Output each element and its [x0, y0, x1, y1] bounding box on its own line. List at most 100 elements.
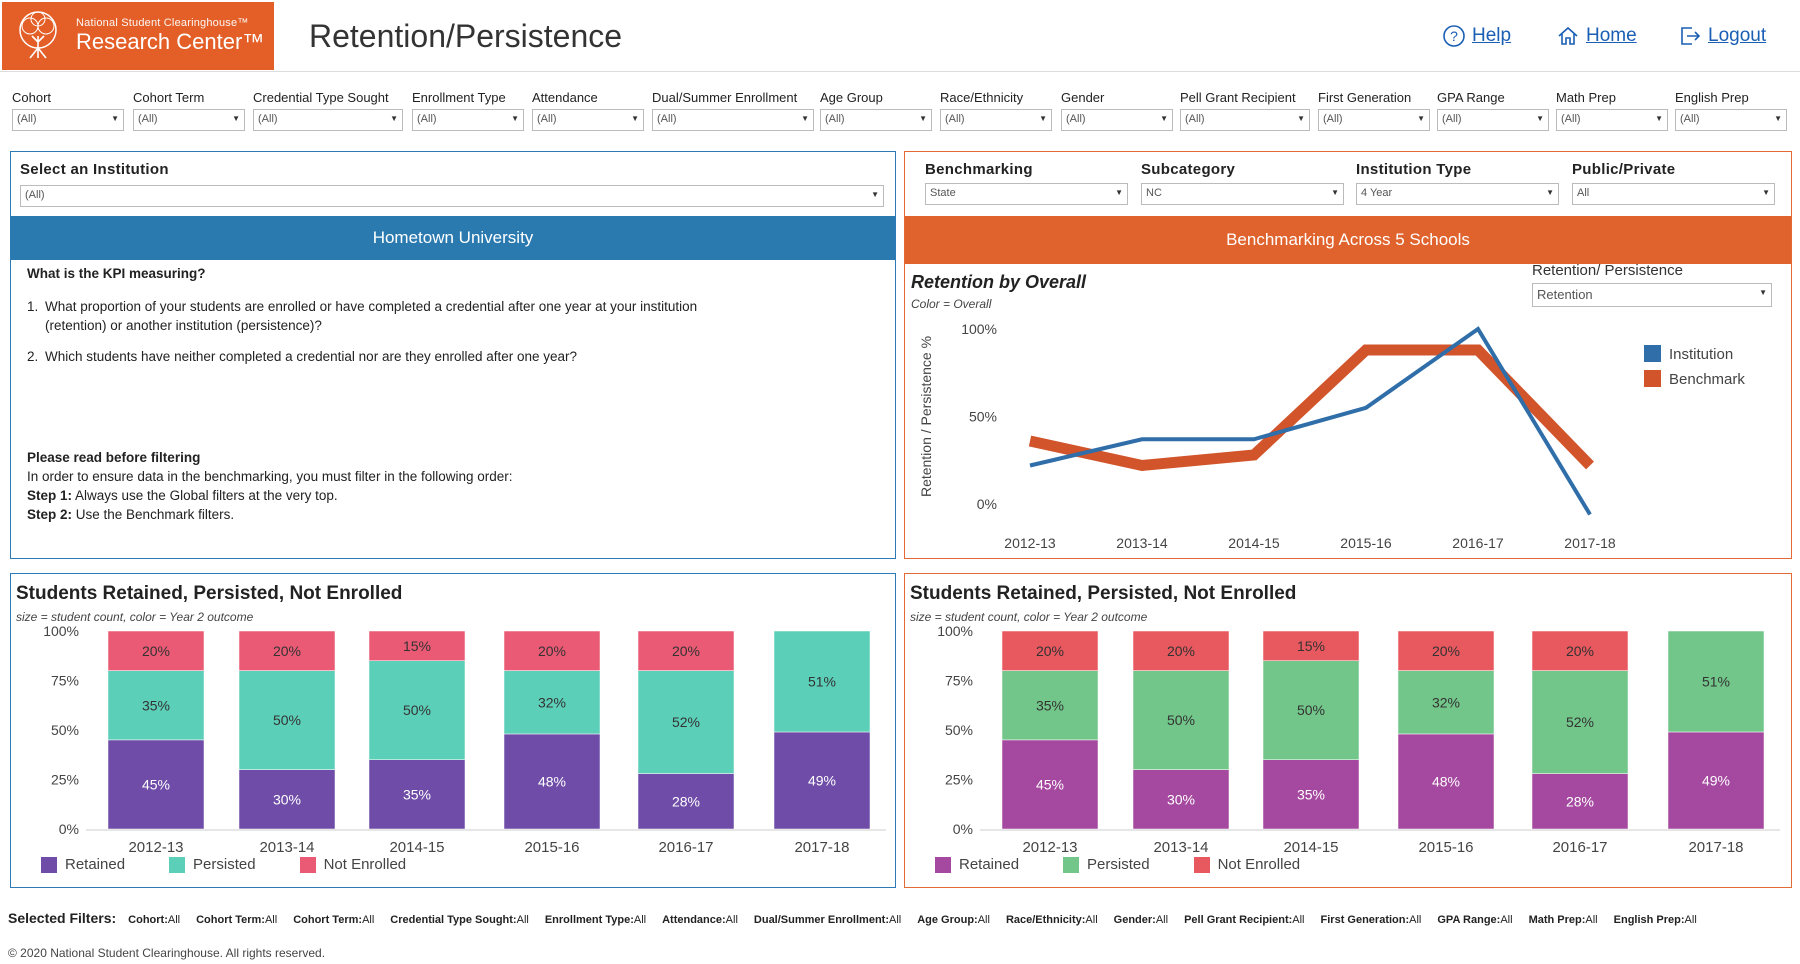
filter-label: Math Prep [1556, 90, 1616, 105]
right-bar-label: 20% [1167, 643, 1195, 659]
global-filter-bar: Cohort(All)Cohort Term(All) Credential Ty… [0, 86, 1800, 132]
logo-small-text: National Student Clearinghouse™ [76, 17, 249, 29]
filter-dropdown[interactable]: (All) [1556, 109, 1668, 131]
left-y-tick-label: 100% [43, 623, 79, 639]
right-y-tick-label: 0% [953, 821, 973, 837]
filter-dropdown[interactable]: (All) [940, 109, 1052, 131]
right-bar-label: 35% [1297, 786, 1325, 802]
svg-text:Benchmark: Benchmark [1669, 371, 1745, 388]
institution-select[interactable]: (All) [20, 185, 884, 207]
filter-age-group: Age Group (All) [820, 90, 932, 131]
help-link[interactable]: ? Help [1442, 24, 1511, 48]
copyright: © 2020 National Student Clearinghouse. A… [8, 946, 326, 960]
right-bar-label: 52% [1566, 714, 1594, 730]
right-bar-label: 35% [1036, 697, 1064, 713]
kpi-description: What is the KPI measuring? 1. What propor… [27, 264, 727, 524]
left-bar-legend: Retained Persisted Not Enrolled [41, 856, 406, 873]
selected-filter-item: Attendance:All [662, 914, 738, 926]
right-x-tick-label: 2015-16 [1418, 839, 1473, 856]
filter-math-prep: Math Prep (All) [1556, 90, 1668, 131]
filter-dropdown[interactable]: (All) [1061, 109, 1173, 131]
right-x-tick-label: 2014-15 [1283, 839, 1338, 856]
filter-dropdown[interactable]: (All) [532, 109, 644, 131]
line-x-tick-label: 2013-14 [1116, 535, 1168, 551]
filter-first-generation: First Generation (All) [1318, 90, 1430, 131]
institution-panel: Select an Institution (All) Hometown Uni… [10, 151, 896, 559]
line-x-tick-label: 2012-13 [1004, 535, 1056, 551]
right-bar-label: 28% [1566, 793, 1594, 809]
logout-label: Logout [1708, 25, 1767, 46]
selected-filter-item: English Prep:All [1613, 914, 1697, 926]
svg-text:Institution: Institution [1669, 346, 1733, 363]
selected-filter-item: Cohort:All [128, 914, 181, 926]
kpi-heading: What is the KPI measuring? [27, 266, 206, 281]
right-stacked-bar-chart: 0% 25% 50% 75% 100% 45% 35% 20% 2012-13 30% 50% 20%… [937, 623, 1780, 856]
filter-dropdown[interactable]: (All) [1318, 109, 1430, 131]
filter-dropdown[interactable]: (All) [412, 109, 524, 131]
help-label: Help [1472, 25, 1512, 46]
filter-dropdown[interactable]: (All) [1675, 109, 1787, 131]
left-x-tick-label: 2012-13 [128, 839, 183, 856]
filter-dropdown[interactable]: (All) [12, 109, 124, 131]
svg-text:?: ? [1450, 28, 1458, 44]
left-x-tick-label: 2017-18 [794, 839, 849, 856]
left-y-tick-label: 0% [59, 821, 79, 837]
read-heading: Please read before filtering [27, 450, 201, 465]
left-bar-label: 32% [538, 694, 566, 710]
selected-filter-item: GPA Range:All [1437, 914, 1513, 926]
right-y-tick-label: 50% [945, 722, 973, 738]
filter-dropdown[interactable]: (All) [1180, 109, 1310, 131]
right-bar-legend: Retained Persisted Not Enrolled [935, 856, 1300, 873]
left-x-tick-label: 2013-14 [259, 839, 314, 856]
filter-pell-grant-recipient: Pell Grant Recipient (All) [1180, 90, 1310, 131]
left-bar-label: 30% [273, 791, 301, 807]
filter-attendance: Attendance (All) [532, 90, 644, 131]
header: National Student Clearinghouse™ Research… [0, 0, 1800, 72]
kpi-question-2: 2. Which students have neither completed … [27, 349, 578, 364]
logout-link[interactable]: Logout [1678, 24, 1766, 48]
selected-filter-item: Gender:All [1113, 914, 1169, 926]
right-bar-label: 20% [1566, 643, 1594, 659]
right-bar-panel: Students Retained, Persisted, Not Enroll… [904, 573, 1792, 888]
filter-dual-summer-enrollment: Dual/Summer Enrollment (All) [652, 90, 814, 131]
selected-filter-item: Pell Grant Recipient:All [1184, 914, 1305, 926]
line-x-tick-label: 2017-18 [1564, 535, 1616, 551]
right-bar-label: 51% [1702, 673, 1730, 689]
line-y-tick-label: 100% [961, 321, 997, 337]
right-y-tick-label: 100% [937, 623, 973, 639]
filter-label: Age Group [820, 90, 883, 105]
filter-dropdown[interactable]: (All) [652, 109, 814, 131]
left-bar-label: 28% [672, 793, 700, 809]
left-bar-label: 50% [273, 712, 301, 728]
read-text: In order to ensure data in the benchmark… [27, 469, 513, 484]
filter-cohort-term: Cohort Term (All) [133, 90, 245, 131]
filter-cohort: Cohort (All) [12, 90, 124, 131]
right-bar-label: 45% [1036, 776, 1064, 792]
filter-dropdown[interactable]: (All) [253, 109, 403, 131]
logout-icon [1681, 27, 1701, 45]
left-y-tick-label: 75% [51, 673, 79, 689]
right-x-tick-label: 2013-14 [1153, 839, 1208, 856]
line-legend-benchmark: Benchmark [1644, 370, 1745, 388]
left-x-tick-label: 2014-15 [389, 839, 444, 856]
right-bar-label: 30% [1167, 791, 1195, 807]
filter-dropdown[interactable]: (All) [1437, 109, 1549, 131]
line-y-tick-label: 0% [977, 496, 997, 512]
line-legend-institution: Institution [1644, 345, 1733, 363]
filter-dropdown[interactable]: (All) [820, 109, 932, 131]
filter-dropdown[interactable]: (All) [133, 109, 245, 131]
legend-not-enrolled: Not Enrolled [299, 856, 406, 873]
logo[interactable]: National Student Clearinghouse™ Research… [2, 2, 274, 70]
right-bar-label: 20% [1432, 643, 1460, 659]
left-bar-label: 51% [808, 673, 836, 689]
selected-filter-item: Cohort Term:All [196, 914, 278, 926]
filter-label: GPA Range [1437, 90, 1505, 105]
home-link[interactable]: Home [1556, 24, 1637, 48]
step-1: Step 1: Always use the Global filters at… [27, 488, 338, 503]
right-x-tick-label: 2012-13 [1022, 839, 1077, 856]
home-label: Home [1586, 25, 1637, 46]
filter-label: Credential Type Sought [253, 90, 389, 105]
right-y-tick-label: 75% [945, 673, 973, 689]
step-2: Step 2: Use the Benchmark filters. [27, 507, 235, 522]
left-bar-label: 49% [808, 772, 836, 788]
